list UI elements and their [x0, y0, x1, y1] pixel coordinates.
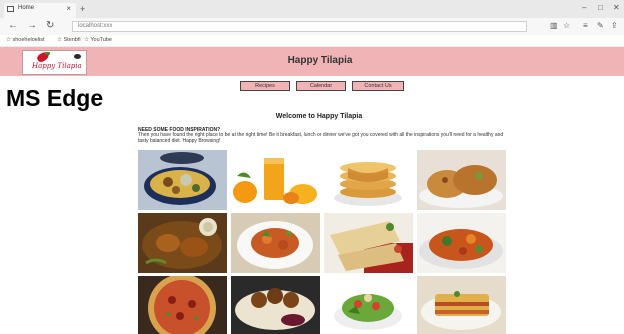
- intro-text: Then you have found the right place to b…: [138, 132, 504, 144]
- close-tab-icon[interactable]: ×: [66, 4, 71, 13]
- logo-text: Happy Tilapia: [32, 62, 82, 70]
- site-title: Happy Tilapia: [287, 55, 353, 66]
- favorite-label: shoeheloelist: [12, 37, 45, 43]
- maximize-icon[interactable]: □: [598, 3, 603, 12]
- close-window-icon[interactable]: ✕: [613, 3, 620, 12]
- braised-meat-image[interactable]: [138, 213, 227, 273]
- favorite-label: Stenbfi: [63, 37, 81, 43]
- tab-title: Home: [18, 5, 35, 11]
- lasagna-image[interactable]: [417, 276, 506, 334]
- favorite-label: YouTube: [90, 37, 112, 43]
- pizza-image[interactable]: [138, 276, 227, 334]
- reading-view-icon[interactable]: ▥: [550, 21, 558, 30]
- address-text: localhost:xxx: [78, 23, 113, 29]
- favorite-link[interactable]: ☆ shoeheloelist: [6, 37, 45, 43]
- food-gallery: [138, 150, 506, 334]
- wrap-image[interactable]: [324, 213, 413, 273]
- fish-soup-bowl-image[interactable]: [138, 150, 227, 210]
- share-icon[interactable]: ⇪: [611, 21, 618, 30]
- meatballs-image[interactable]: [231, 276, 320, 334]
- notes-icon[interactable]: ✎: [597, 21, 604, 30]
- stuffed-pastry-image[interactable]: [417, 150, 506, 210]
- site-logo[interactable]: Happy Tilapia: [22, 50, 87, 75]
- page-icon: [7, 6, 14, 12]
- pepper-stem-icon: [45, 52, 50, 55]
- pancakes-image[interactable]: [324, 150, 413, 210]
- favorites-bar: ☆ shoeheloelist ☆ Stenbfi ☆ YouTube: [0, 35, 624, 47]
- browser-toolbar: ← → ↻ localhost:xxx ▥ ☆ ≡ ✎ ⇪: [0, 18, 624, 36]
- address-bar[interactable]: localhost:xxx: [72, 21, 527, 32]
- browser-tab[interactable]: Home ×: [4, 3, 76, 18]
- favorite-link[interactable]: ☆ Stenbfi: [57, 37, 81, 43]
- minimize-icon[interactable]: –: [582, 3, 586, 12]
- nav-contact-button[interactable]: Contact Us: [352, 81, 404, 91]
- welcome-heading: Welcome to Happy Tilapia: [275, 113, 363, 120]
- hub-icon[interactable]: ≡: [583, 21, 588, 30]
- green-salad-image[interactable]: [324, 276, 413, 334]
- nav-recipes-button[interactable]: Recipes: [240, 81, 290, 91]
- browser-label: MS Edge: [6, 85, 104, 111]
- mango-juice-image[interactable]: [231, 150, 320, 210]
- logo-badge-icon: [74, 54, 81, 59]
- forward-arrow-icon[interactable]: →: [27, 20, 37, 31]
- nav-calendar-button[interactable]: Calendar: [296, 81, 346, 91]
- refresh-icon[interactable]: ↻: [46, 20, 54, 31]
- favorite-link[interactable]: ☆ YouTube: [84, 37, 112, 43]
- new-tab-icon[interactable]: +: [80, 4, 85, 14]
- back-arrow-icon[interactable]: ←: [8, 20, 18, 31]
- chicken-salad-image[interactable]: [231, 213, 320, 273]
- stir-fry-image[interactable]: [417, 213, 506, 273]
- tab-bar: Home × + – □ ✕: [0, 0, 624, 18]
- favorite-star-icon[interactable]: ☆: [563, 21, 570, 30]
